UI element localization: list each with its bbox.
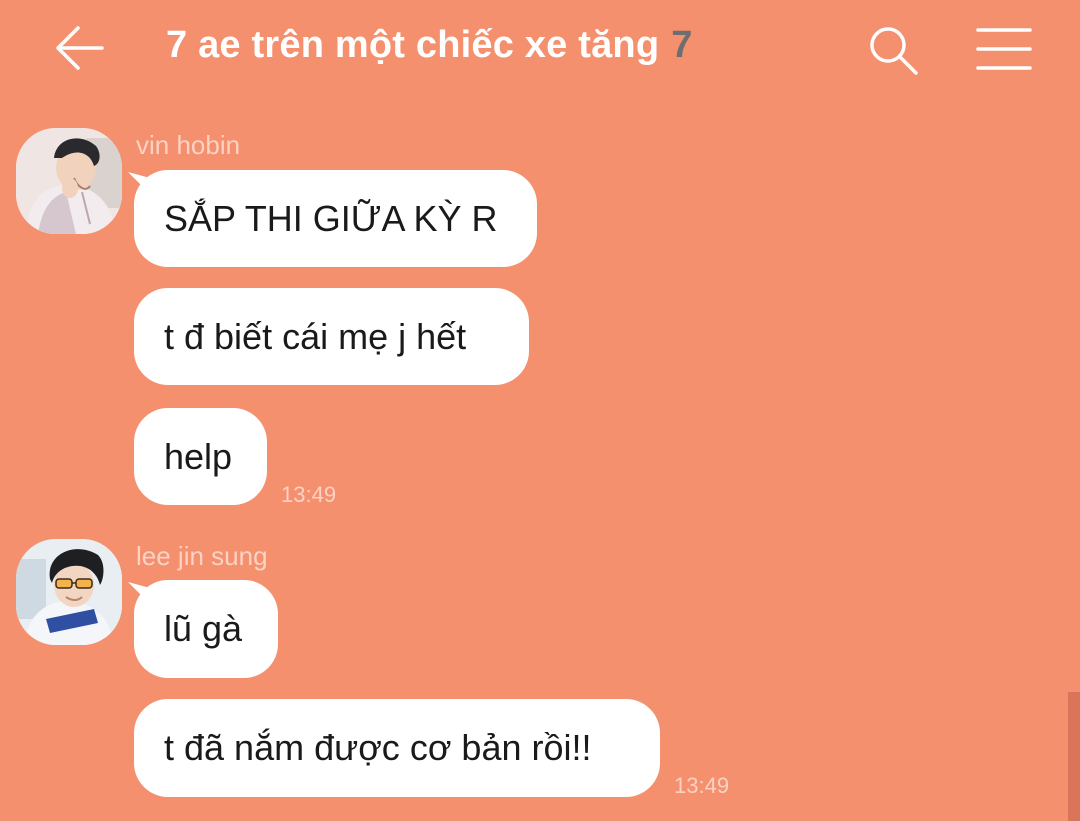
back-button[interactable] — [52, 22, 108, 74]
avatar-lee-jin-sung[interactable] — [16, 539, 122, 645]
menu-button[interactable] — [974, 24, 1034, 74]
search-button[interactable] — [866, 24, 922, 76]
message-timestamp: 13:49 — [281, 482, 337, 507]
message-bubble[interactable]: t đ biết cái mẹ j hết — [134, 288, 529, 385]
message-bubble[interactable]: help — [134, 408, 267, 505]
chat-header: 7 ae trên một chiếc xe tăng 7 — [0, 0, 1080, 100]
message-bubble[interactable]: lũ gà — [134, 580, 278, 678]
message-bubble[interactable]: t đã nắm được cơ bản rồi!! — [134, 699, 660, 797]
sender-name: lee jin sung — [136, 541, 268, 571]
avatar-image — [16, 128, 122, 234]
chat-title: 7 ae trên một chiếc xe tăng 7 — [166, 24, 693, 67]
message-bubble[interactable]: SẮP THI GIỮA KỲ R — [134, 170, 537, 267]
hamburger-menu-icon — [976, 28, 1032, 70]
search-icon — [870, 27, 918, 75]
group-name: 7 ae trên một chiếc xe tăng — [166, 24, 660, 66]
member-count: 7 — [671, 24, 693, 66]
message-timestamp: 13:49 — [674, 773, 730, 798]
avatar-image — [16, 539, 122, 645]
avatar-vin-hobin[interactable] — [16, 128, 122, 234]
sender-name: vin hobin — [136, 130, 241, 160]
arrow-left-icon — [56, 26, 104, 70]
scrollbar[interactable] — [1068, 692, 1080, 821]
chat-screen: 7 ae trên một chiếc xe tăng 7 vin hobin … — [0, 0, 1080, 821]
